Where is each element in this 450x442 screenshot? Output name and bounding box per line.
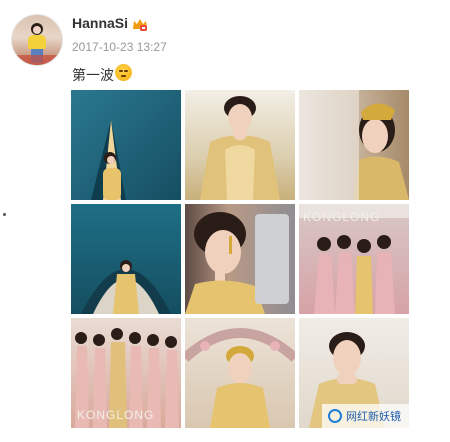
post-text: 第一波 bbox=[72, 67, 114, 83]
photo-9[interactable]: 网红新妖镜 bbox=[299, 318, 409, 428]
photo-5[interactable] bbox=[185, 204, 295, 314]
avatar-shirt bbox=[28, 35, 46, 49]
photo-4[interactable] bbox=[71, 204, 181, 314]
sleepy-face-emoji bbox=[115, 64, 132, 81]
username[interactable]: HannaSi bbox=[72, 15, 128, 31]
photo-1[interactable] bbox=[71, 90, 181, 200]
post-timestamp[interactable]: 2017-10-23 13:27 bbox=[72, 40, 167, 54]
list-bullet bbox=[3, 213, 6, 216]
avatar-face bbox=[33, 26, 41, 34]
photo-6-brand-text: KONGLONG bbox=[303, 210, 381, 224]
photo-grid: 网红新妖镜 KONGLONG KONGLONG bbox=[71, 90, 409, 428]
photo-2[interactable] bbox=[185, 90, 295, 200]
watermark: 网红新妖镜 bbox=[322, 404, 409, 428]
watermark-text: 网红新妖镜 bbox=[346, 411, 401, 423]
photo-3[interactable] bbox=[299, 90, 409, 200]
emoji-mouth bbox=[121, 75, 126, 77]
photo-8[interactable] bbox=[185, 318, 295, 428]
photo-7-brand-text: KONGLONG bbox=[77, 408, 155, 422]
vip-crown-icon[interactable] bbox=[132, 17, 148, 31]
avatar[interactable] bbox=[11, 14, 63, 66]
avatar-background bbox=[12, 55, 62, 65]
wechat-channel-icon bbox=[328, 409, 342, 423]
